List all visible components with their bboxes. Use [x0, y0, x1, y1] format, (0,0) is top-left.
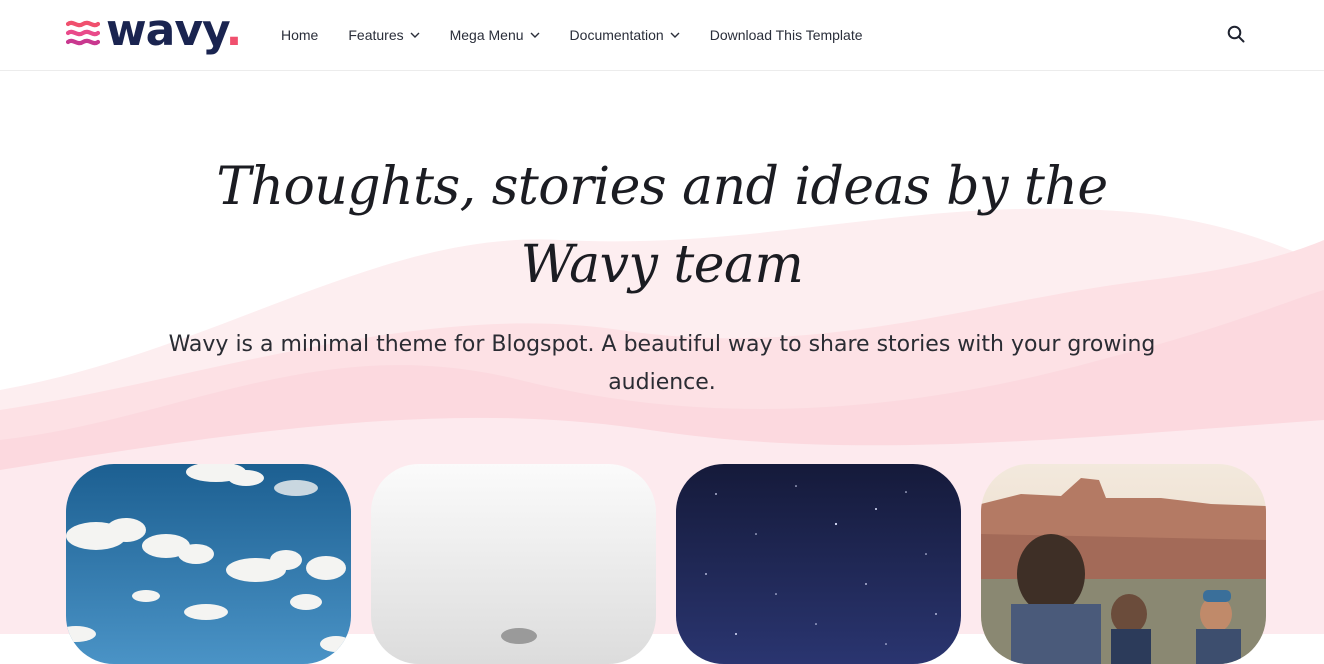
site-header: wavy. Home Features Mega Menu Documentat…	[0, 0, 1324, 71]
post-card[interactable]	[371, 464, 656, 664]
nav-item-features[interactable]: Features	[348, 27, 420, 43]
brand-logo[interactable]: wavy.	[66, 5, 242, 58]
post-card[interactable]	[981, 464, 1266, 664]
post-card[interactable]	[676, 464, 961, 664]
sky-clouds-image	[66, 464, 351, 664]
nav-label: Home	[281, 27, 319, 43]
search-icon[interactable]	[1226, 24, 1246, 44]
hero-subtitle: Wavy is a minimal theme for Blogspot. A …	[168, 332, 1156, 395]
chevron-down-icon	[410, 32, 420, 38]
nav-item-home[interactable]: Home	[281, 27, 318, 43]
main-nav: Home Features Mega Menu Documentation Do…	[281, 0, 893, 70]
hero-section: Thoughts, stories and ideas by the Wavy …	[0, 70, 1324, 402]
desert-people-image	[981, 464, 1266, 664]
post-cards	[66, 464, 1286, 664]
wave-logo-icon	[66, 20, 100, 46]
foggy-image	[371, 464, 656, 664]
hero-title: Thoughts, stories and ideas by the Wavy …	[216, 157, 1108, 295]
nav-label: Mega Menu	[449, 27, 524, 43]
chevron-down-icon	[670, 32, 680, 38]
nav-label: Features	[348, 27, 404, 43]
nav-label: Download This Template	[709, 27, 863, 43]
nav-item-documentation[interactable]: Documentation	[570, 27, 680, 43]
brand-name: wavy.	[106, 5, 242, 56]
brand-dot: .	[225, 5, 243, 56]
nav-item-mega-menu[interactable]: Mega Menu	[450, 27, 540, 43]
nav-label: Documentation	[569, 27, 664, 43]
post-card[interactable]	[66, 464, 351, 664]
chevron-down-icon	[530, 32, 540, 38]
night-sky-image	[676, 464, 961, 664]
nav-item-download[interactable]: Download This Template	[710, 27, 863, 43]
